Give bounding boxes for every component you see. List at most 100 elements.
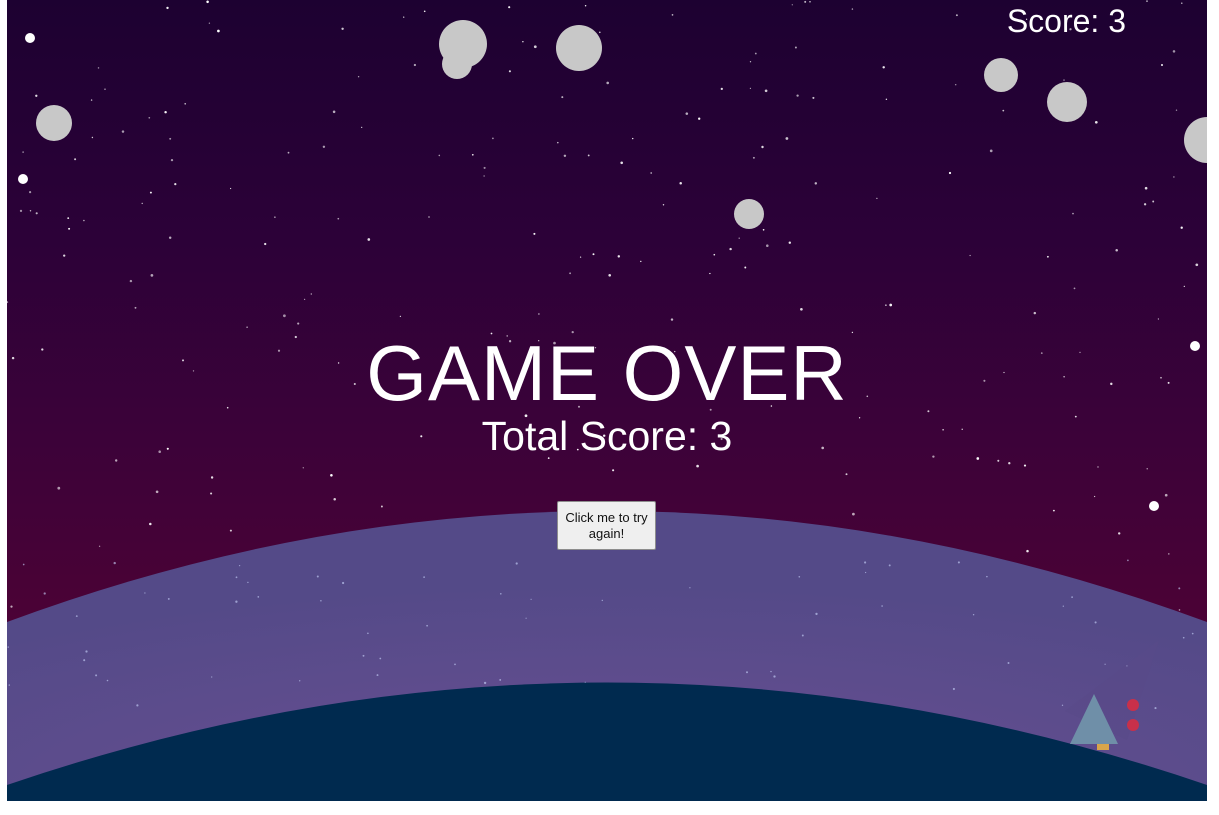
star-icon xyxy=(522,41,524,43)
star-icon xyxy=(95,674,98,677)
star-icon xyxy=(423,576,425,578)
star-icon xyxy=(341,27,344,31)
star-icon xyxy=(563,154,567,158)
star-icon xyxy=(302,467,304,469)
star-icon xyxy=(785,137,789,140)
star-icon xyxy=(297,322,300,325)
retry-button[interactable]: Click me to try again! xyxy=(557,501,656,550)
star-icon xyxy=(454,663,456,666)
star-icon xyxy=(337,217,340,220)
star-icon xyxy=(749,61,752,63)
star-icon xyxy=(989,149,993,153)
star-icon xyxy=(1181,2,1183,4)
star-icon xyxy=(166,6,169,10)
star-icon xyxy=(557,141,559,144)
star-icon xyxy=(885,98,888,101)
star-icon xyxy=(238,564,241,567)
star-icon xyxy=(10,605,13,608)
star-icon xyxy=(804,0,807,3)
star-icon xyxy=(1062,605,1064,607)
star-icon xyxy=(428,216,430,218)
star-icon xyxy=(75,615,78,618)
star-icon xyxy=(620,161,623,165)
star-icon xyxy=(525,617,527,619)
star-icon xyxy=(1094,120,1098,124)
star-icon xyxy=(246,326,248,329)
star-icon xyxy=(814,182,818,185)
star-icon xyxy=(287,151,290,154)
star-icon xyxy=(235,576,238,579)
star-icon xyxy=(1002,109,1005,112)
star-icon xyxy=(1104,663,1106,665)
star-icon xyxy=(19,209,23,213)
star-icon xyxy=(257,596,260,598)
star-icon xyxy=(57,486,61,490)
star-icon xyxy=(972,614,975,616)
star-icon xyxy=(754,52,757,55)
star-icon xyxy=(1146,0,1148,2)
star-icon xyxy=(74,158,77,161)
asteroid-icon xyxy=(442,49,472,79)
star-icon xyxy=(812,96,815,99)
star-icon xyxy=(598,31,601,34)
star-icon xyxy=(35,94,38,97)
star-icon xyxy=(1154,707,1157,710)
star-icon xyxy=(864,561,867,564)
star-icon xyxy=(773,675,776,678)
star-icon xyxy=(361,126,363,129)
star-icon xyxy=(882,66,885,69)
star-icon xyxy=(1182,636,1185,639)
star-icon xyxy=(113,561,116,565)
star-icon xyxy=(746,671,748,674)
star-icon xyxy=(1178,609,1181,611)
star-icon xyxy=(167,597,170,600)
star-icon xyxy=(438,154,441,157)
star-icon xyxy=(1033,311,1037,315)
star-icon xyxy=(1191,632,1194,635)
star-icon xyxy=(164,110,167,114)
star-icon xyxy=(592,253,595,256)
star-icon xyxy=(1161,64,1163,66)
star-icon xyxy=(713,253,716,256)
star-icon xyxy=(766,244,769,247)
star-icon xyxy=(601,599,604,602)
star-icon xyxy=(530,598,532,600)
star-icon xyxy=(1127,559,1129,562)
star-icon xyxy=(149,191,152,194)
star-icon xyxy=(63,254,66,257)
star-icon xyxy=(1052,509,1055,512)
star-icon xyxy=(969,254,971,257)
star-icon xyxy=(29,210,32,212)
star-icon xyxy=(357,76,360,78)
star-icon xyxy=(876,197,878,200)
star-icon xyxy=(845,473,848,476)
star-icon xyxy=(229,187,232,190)
star-icon xyxy=(662,204,665,206)
star-icon xyxy=(29,191,32,194)
star-icon xyxy=(515,562,518,565)
star-icon xyxy=(1195,263,1199,267)
star-icon xyxy=(720,87,723,91)
star-icon xyxy=(1094,621,1097,624)
star-icon xyxy=(168,236,172,239)
star-icon xyxy=(322,145,326,148)
star-icon xyxy=(403,16,405,18)
star-icon xyxy=(579,256,582,258)
star-icon xyxy=(210,492,213,495)
star-icon xyxy=(955,14,958,17)
star-icon xyxy=(1146,468,1148,470)
star-icon xyxy=(709,272,711,275)
star-icon xyxy=(310,293,312,295)
star-icon xyxy=(210,476,214,479)
star-icon xyxy=(762,228,765,231)
star-icon xyxy=(247,581,249,584)
star-icon xyxy=(217,29,220,33)
star-icon xyxy=(380,505,383,508)
star-icon xyxy=(952,687,955,691)
star-icon xyxy=(1164,493,1168,497)
star-icon xyxy=(1073,287,1076,290)
star-icon xyxy=(533,45,537,49)
game-canvas[interactable]: Score: 3 GAME OVER Total Score: 3 Click … xyxy=(7,0,1207,801)
star-icon xyxy=(1180,226,1183,229)
star-icon xyxy=(22,563,25,566)
